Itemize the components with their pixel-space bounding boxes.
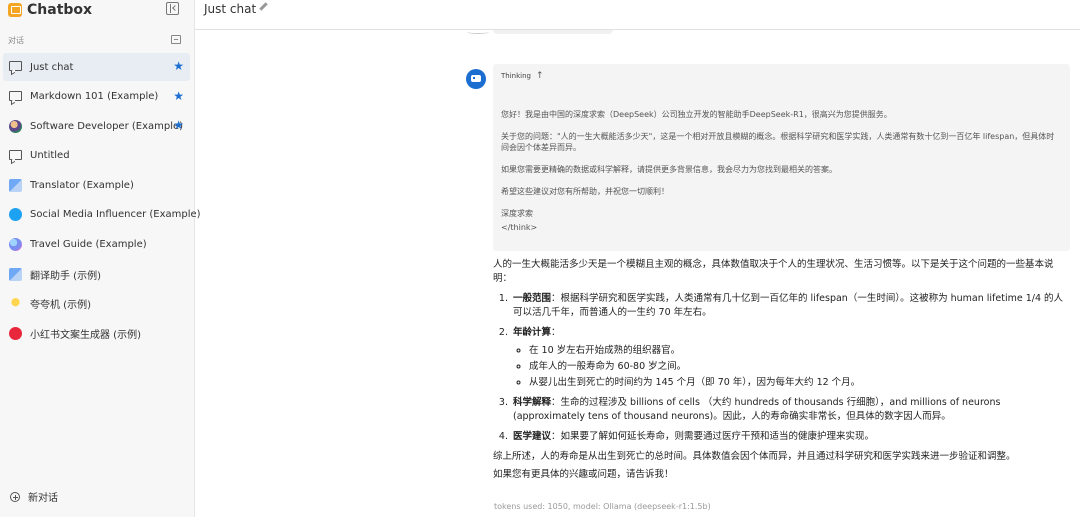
assistant-answer: 人的一生大概能活多少天是一个模糊且主观的概念，具体数值取决于个人的生理状况、生活… — [493, 258, 1070, 486]
session-label: Travel Guide (Example) — [30, 239, 147, 251]
think-end-tag: </think> — [501, 223, 538, 232]
sub-list-item: 在 10 岁左右开始成熟的组织器官。 — [529, 344, 1070, 358]
list-item-text: ：生命的过程涉及 billions of cells （大约 hundreds … — [513, 397, 1001, 422]
session-item-software-developer[interactable]: Software Developer (Example) ★ — [3, 112, 190, 140]
session-list: Just chat ★ Markdown 101 (Example) ★ Sof… — [3, 53, 201, 349]
star-icon[interactable]: ★ — [173, 60, 184, 72]
session-label: 小红书文案生成器 (示例) — [30, 329, 141, 341]
collapse-sidebar-icon[interactable] — [166, 2, 179, 15]
session-item-travel-guide[interactable]: Travel Guide (Example) — [3, 231, 190, 259]
new-chat-label: 新对话 — [28, 493, 58, 504]
assistant-avatar-icon — [466, 69, 486, 89]
answer-conclusion: 综上所述，人的寿命是从出生到死亡的总时间。具体数值会因个体而异，并且通过科学研究… — [493, 451, 1016, 462]
answer-closing: 如果您有更具体的兴趣或问题，请告诉我！ — [493, 469, 674, 480]
chat-bubble-icon — [9, 61, 22, 71]
previous-message-avatar — [467, 30, 489, 34]
list-item-title: 科学解释 — [513, 397, 552, 408]
answer-intro: 人的一生大概能活多少天是一个模糊且主观的概念，具体数值取决于个人的生理状况、生活… — [493, 259, 1054, 284]
sidebar: Chatbox 对话 Just chat ★ Markdown 101 (Exa… — [0, 0, 201, 517]
session-item-translation-assistant[interactable]: 翻译助手 (示例) — [3, 260, 190, 288]
twitter-avatar-icon — [9, 208, 22, 222]
list-item: 一般范围：根据科学研究和医学实践，人类通常有几十亿到一百亿年的 lifespan… — [511, 292, 1070, 320]
thinking-label: Thinking — [501, 72, 531, 80]
thinking-header[interactable]: Thinking ↑ — [501, 71, 1062, 81]
session-item-xiaohongshu-generator[interactable]: 小红书文案生成器 (示例) — [3, 319, 190, 347]
think-paragraph: 希望这些建议对您有所帮助，并祝您一切顺利！ — [501, 187, 669, 196]
think-paragraph: 您好！我是由中国的深度求索（DeepSeek）公司独立开发的智能助手DeepSe… — [501, 110, 892, 119]
list-item-title: 一般范围 — [513, 293, 552, 304]
list-item-title: 医学建议 — [513, 431, 552, 442]
answer-list: 一般范围：根据科学研究和医学实践，人类通常有几十亿到一百亿年的 lifespan… — [493, 292, 1070, 444]
session-item-praise-bot[interactable]: 夸夸机 (示例) — [3, 290, 190, 318]
think-signature: 深度求索 — [501, 209, 533, 218]
chat-bubble-icon — [9, 90, 22, 101]
star-icon[interactable]: ★ — [173, 90, 184, 102]
think-paragraph: 关于您的问题："人的一生大概能活多少天"，这是一个相对开放且模糊的概念。根据科学… — [501, 132, 1055, 152]
list-item: 医学建议：如果要了解如何延长寿命，则需要通过医疗干预和适当的健康护理来实现。 — [511, 430, 1070, 444]
session-item-markdown-101[interactable]: Markdown 101 (Example) ★ — [3, 83, 190, 111]
new-chat-button[interactable]: 新对话 — [10, 489, 58, 504]
sub-list: 在 10 岁左右开始成熟的组织器官。 成年人的一般寿命为 60-80 岁之间。 … — [513, 344, 1070, 390]
star-icon[interactable]: ★ — [173, 119, 184, 131]
chat-header: Just chat — [195, 0, 1080, 30]
globe-avatar-icon — [9, 238, 22, 252]
plus-circle-icon — [10, 491, 20, 502]
session-label: Just chat — [30, 61, 74, 73]
list-item-text: ： — [551, 327, 561, 338]
chat-title: Just chat — [204, 2, 257, 16]
think-paragraph: 如果您需要更精确的数据或科学解释，请提供更多背景信息，我会尽力为您找到最相关的答… — [501, 165, 837, 174]
list-item-text: ：如果要了解如何延长寿命，则需要通过医疗干预和适当的健康护理来实现。 — [551, 431, 875, 442]
section-label: 对话 — [8, 36, 24, 45]
previous-message-bubble — [493, 30, 613, 34]
edit-pencil-icon[interactable] — [259, 2, 268, 11]
arrow-up-icon[interactable]: ↑ — [536, 71, 544, 81]
translator-avatar-icon — [9, 178, 22, 192]
session-item-untitled[interactable]: Untitled — [3, 142, 190, 170]
session-item-translator[interactable]: Translator (Example) — [3, 171, 190, 199]
chatbox-logo-icon — [8, 3, 22, 17]
list-item: 年龄计算： 在 10 岁左右开始成熟的组织器官。 成年人的一般寿命为 60-80… — [511, 326, 1070, 390]
session-label: Translator (Example) — [30, 179, 134, 191]
archive-icon[interactable] — [171, 35, 181, 44]
brand: Chatbox — [8, 1, 92, 19]
sub-list-item: 成年人的一般寿命为 60-80 岁之间。 — [529, 360, 1070, 374]
app-title: Chatbox — [27, 2, 93, 18]
praise-avatar-icon — [9, 297, 22, 311]
session-label: Markdown 101 (Example) — [30, 91, 159, 103]
token-usage-info: tokens used: 1050, model: Ollama (deepse… — [494, 502, 711, 511]
session-label: Software Developer (Example) — [30, 120, 184, 132]
session-label: Untitled — [30, 150, 70, 162]
developer-avatar-icon — [9, 119, 22, 133]
session-label: 翻译助手 (示例) — [30, 270, 101, 282]
chat-bubble-icon — [9, 149, 22, 160]
list-item: 科学解释：生命的过程涉及 billions of cells （大约 hundr… — [511, 396, 1070, 424]
thinking-block: Thinking ↑ 您好！我是由中国的深度求索（DeepSeek）公司独立开发… — [493, 64, 1070, 251]
session-label: 夸夸机 (示例) — [30, 300, 91, 312]
xiaohongshu-avatar-icon — [9, 326, 22, 340]
session-label: Social Media Influencer (Example) — [30, 209, 201, 221]
sub-list-item: 从婴儿出生到死亡的时间约为 145 个月（即 70 年），因为每年大约 12 个… — [529, 376, 1070, 390]
list-item-text: ：根据科学研究和医学实践，人类通常有几十亿到一百亿年的 lifespan（一生时… — [513, 293, 1064, 318]
session-item-just-chat[interactable]: Just chat ★ — [3, 53, 190, 81]
session-item-social-media-influencer[interactable]: Social Media Influencer (Example) — [3, 201, 201, 229]
list-item-title: 年龄计算 — [513, 327, 552, 338]
thinking-content: 您好！我是由中国的深度求索（DeepSeek）公司独立开发的智能助手DeepSe… — [501, 109, 1062, 233]
translator-avatar-icon — [9, 267, 22, 281]
